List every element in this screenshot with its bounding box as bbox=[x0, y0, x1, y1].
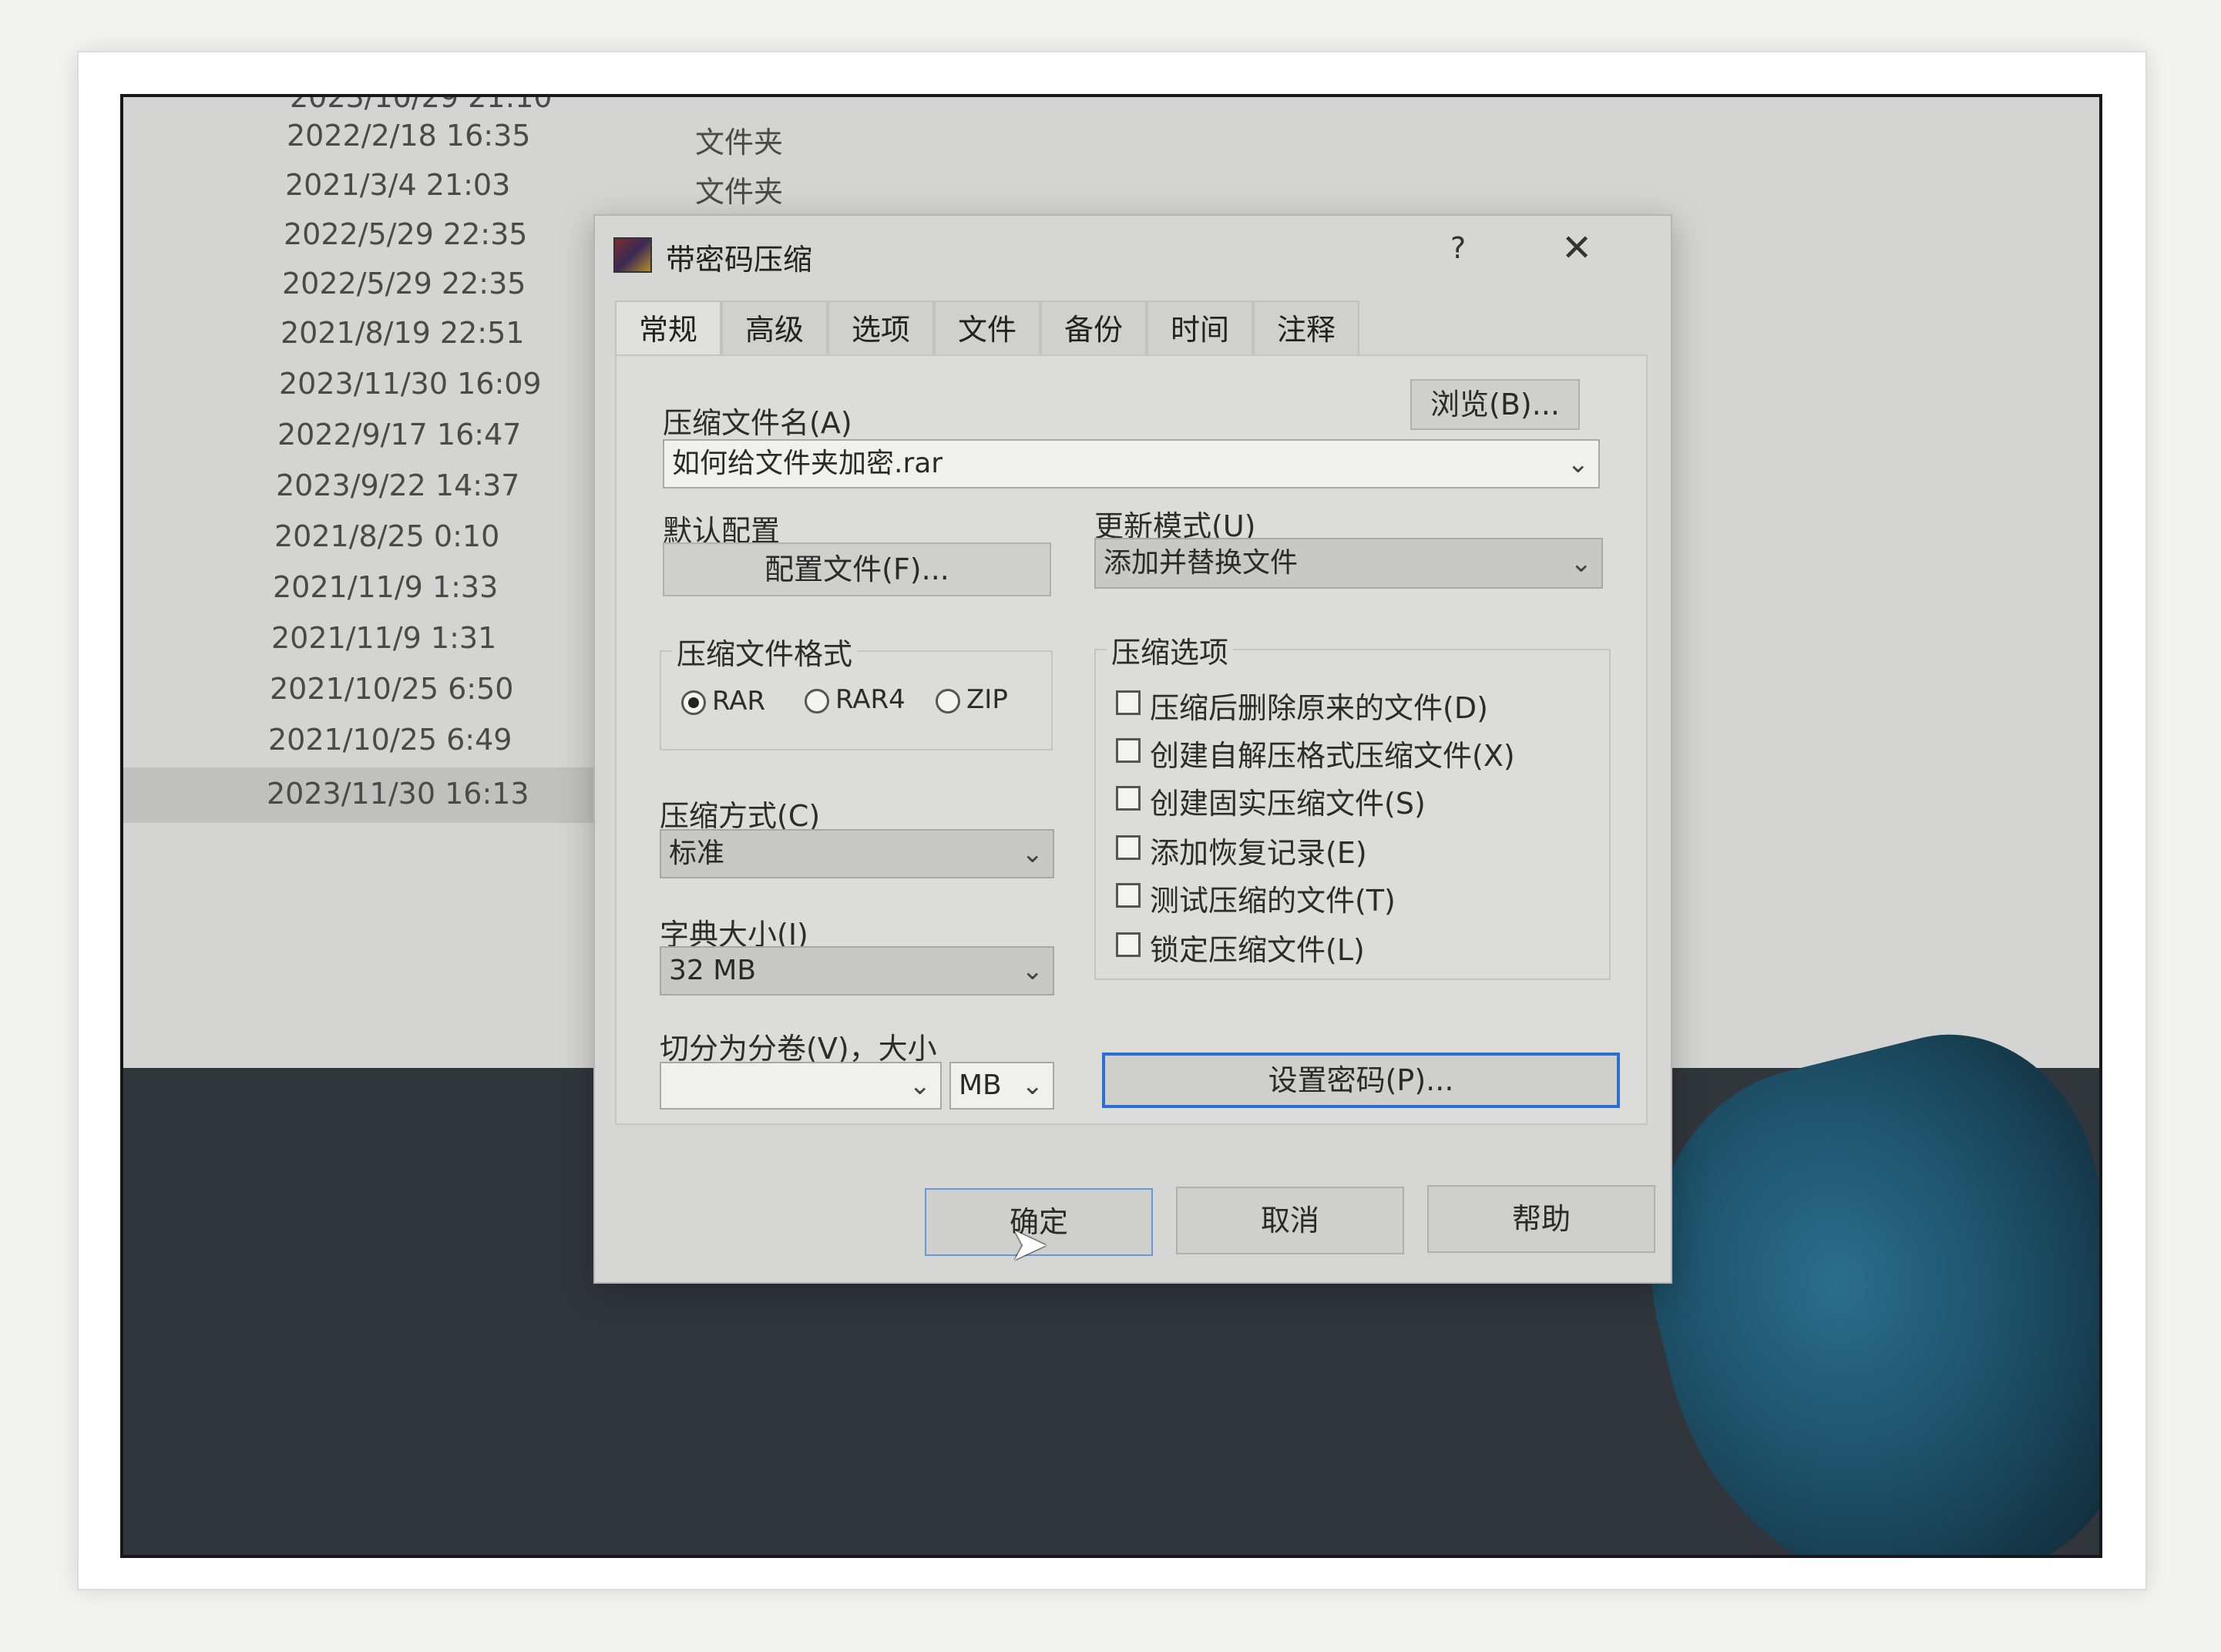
checkbox-lock[interactable] bbox=[1116, 932, 1141, 957]
tab-options[interactable]: 选项 bbox=[828, 301, 934, 356]
list-item-date: 2021/8/19 22:51 bbox=[281, 316, 525, 350]
dialog-title: 带密码压缩 bbox=[666, 243, 813, 277]
list-item-date: 2022/9/17 16:47 bbox=[277, 418, 522, 452]
list-item-type: 文件夹 bbox=[695, 126, 784, 159]
list-item-date: 2022/2/18 16:35 bbox=[287, 119, 531, 153]
set-password-button[interactable]: 设置密码(P)... bbox=[1102, 1053, 1620, 1108]
archive-name-label: 压缩文件名(A) bbox=[663, 406, 852, 440]
list-item-date: 2021/10/25 6:49 bbox=[268, 723, 512, 757]
checkbox-sfx-label: 创建自解压格式压缩文件(X) bbox=[1150, 739, 1515, 773]
radio-rar-label: RAR bbox=[712, 686, 766, 717]
tab-advanced[interactable]: 高级 bbox=[721, 301, 828, 356]
checkbox-solid-label: 创建固实压缩文件(S) bbox=[1150, 787, 1426, 821]
chevron-down-icon[interactable]: ⌄ bbox=[909, 1063, 932, 1108]
format-group: 压缩文件格式 RAR RAR4 ZIP bbox=[660, 630, 1053, 750]
tab-general[interactable]: 常规 bbox=[615, 301, 721, 356]
split-label: 切分为分卷(V)，大小 bbox=[660, 1032, 937, 1066]
format-group-title: 压缩文件格式 bbox=[672, 630, 858, 673]
chevron-down-icon[interactable]: ⌄ bbox=[1022, 948, 1044, 994]
checkbox-delete-after-label: 压缩后删除原来的文件(D) bbox=[1150, 691, 1488, 725]
checkbox-solid[interactable] bbox=[1116, 786, 1141, 811]
radio-rar4[interactable] bbox=[805, 689, 829, 714]
list-item-date: 2021/11/9 1:33 bbox=[273, 570, 499, 604]
options-group: 压缩选项 压缩后删除原来的文件(D) 创建自解压格式压缩文件(X) 创建固实压缩… bbox=[1094, 629, 1611, 980]
list-item-date: 2022/5/29 22:35 bbox=[284, 217, 528, 251]
tab-backup[interactable]: 备份 bbox=[1040, 301, 1147, 356]
update-mode-select[interactable]: 添加并替换文件 ⌄ bbox=[1094, 538, 1603, 589]
list-item-date: 2022/5/29 22:35 bbox=[282, 267, 526, 301]
list-item-date: 2021/10/25 6:50 bbox=[270, 672, 514, 706]
list-item-date: 2023/10/29 21:10 bbox=[290, 94, 553, 114]
options-group-title: 压缩选项 bbox=[1107, 629, 1234, 671]
list-item-date: 2023/11/30 16:13 bbox=[267, 777, 529, 811]
checkbox-lock-label: 锁定压缩文件(L) bbox=[1150, 933, 1365, 967]
list-item-date: 2021/11/9 1:31 bbox=[271, 621, 497, 655]
checkbox-recovery-label: 添加恢复记录(E) bbox=[1150, 836, 1367, 870]
method-value: 标准 bbox=[669, 838, 725, 869]
browse-button[interactable]: 浏览(B)... bbox=[1410, 379, 1580, 430]
help-icon[interactable]: ? bbox=[1450, 231, 1466, 265]
split-unit-value: MB bbox=[959, 1069, 1002, 1101]
checkbox-test[interactable] bbox=[1116, 883, 1141, 908]
winrar-app-icon bbox=[613, 237, 652, 273]
checkbox-test-label: 测试压缩的文件(T) bbox=[1150, 884, 1396, 918]
split-size-combobox[interactable]: ⌄ bbox=[660, 1062, 942, 1110]
radio-zip-label: ZIP bbox=[966, 684, 1008, 715]
archive-name-combobox[interactable]: 如何给文件夹加密.rar ⌄ bbox=[663, 439, 1600, 489]
close-icon[interactable]: ✕ bbox=[1561, 227, 1592, 270]
archive-name-value: 如何给文件夹加密.rar bbox=[672, 448, 943, 479]
split-unit-select[interactable]: MB ⌄ bbox=[949, 1062, 1054, 1110]
list-item-selected[interactable]: 2023/11/30 16:13 bbox=[123, 767, 617, 823]
chevron-down-icon[interactable]: ⌄ bbox=[1022, 831, 1044, 877]
list-item-date: 2021/8/25 0:10 bbox=[274, 519, 500, 553]
list-item-date: 2023/9/22 14:37 bbox=[276, 468, 520, 502]
dict-value: 32 MB bbox=[669, 955, 757, 986]
update-mode-value: 添加并替换文件 bbox=[1104, 547, 1299, 579]
dict-select[interactable]: 32 MB ⌄ bbox=[660, 946, 1054, 996]
list-item-date: 2023/11/30 16:09 bbox=[279, 367, 542, 401]
tab-files[interactable]: 文件 bbox=[934, 301, 1040, 356]
checkbox-recovery[interactable] bbox=[1116, 835, 1141, 860]
tab-comment[interactable]: 注释 bbox=[1253, 301, 1359, 356]
chevron-down-icon[interactable]: ⌄ bbox=[1567, 441, 1590, 487]
checkbox-sfx[interactable] bbox=[1116, 738, 1141, 763]
general-tab-panel: 压缩文件名(A) 浏览(B)... 如何给文件夹加密.rar ⌄ 默认配置 配置… bbox=[615, 354, 1648, 1125]
list-item-date: 2021/3/4 21:03 bbox=[285, 168, 511, 202]
chevron-down-icon[interactable]: ⌄ bbox=[1022, 1063, 1044, 1108]
dialog-titlebar[interactable]: 带密码压缩 ? ✕ bbox=[595, 216, 1671, 293]
chevron-down-icon[interactable]: ⌄ bbox=[1571, 539, 1593, 587]
checkbox-delete-after[interactable] bbox=[1116, 690, 1141, 715]
method-label: 压缩方式(C) bbox=[660, 799, 821, 833]
tab-time[interactable]: 时间 bbox=[1147, 301, 1253, 356]
radio-rar[interactable] bbox=[681, 690, 706, 715]
help-button[interactable]: 帮助 bbox=[1427, 1185, 1655, 1253]
list-item-type: 文件夹 bbox=[695, 175, 784, 209]
compress-dialog: 带密码压缩 ? ✕ 常规 高级 选项 文件 备份 时间 注释 压缩文件名(A) … bbox=[593, 214, 1672, 1284]
radio-zip[interactable] bbox=[936, 689, 960, 714]
radio-rar4-label: RAR4 bbox=[835, 684, 906, 715]
cancel-button[interactable]: 取消 bbox=[1176, 1187, 1404, 1254]
profile-button[interactable]: 配置文件(F)... bbox=[663, 542, 1051, 596]
mouse-cursor-icon: ➤ bbox=[1010, 1217, 1049, 1271]
method-select[interactable]: 标准 ⌄ bbox=[660, 829, 1054, 878]
